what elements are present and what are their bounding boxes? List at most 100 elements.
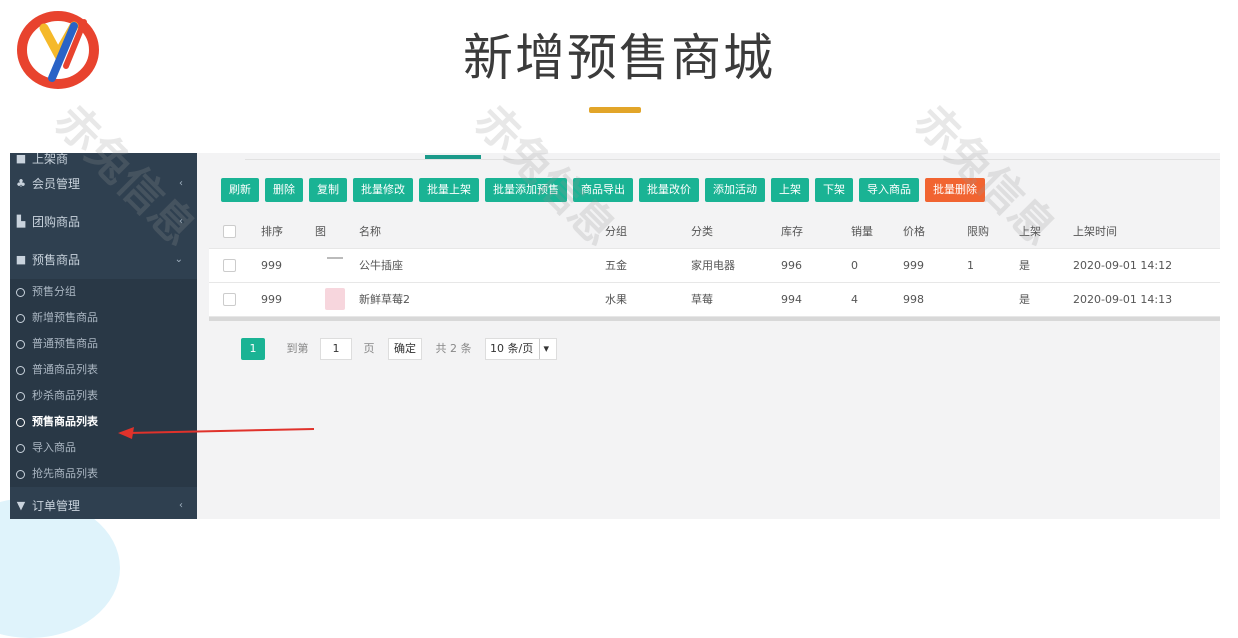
column-header[interactable]: 价格 [903,215,925,248]
submenu-label: 普通预售商品 [32,337,98,350]
sidebar-item-group-buy[interactable]: ▙ 团购商品 ‹ [10,203,197,241]
submenu-item[interactable]: 新增预售商品 [10,305,197,331]
column-header: 上架 [1019,225,1041,238]
circle-icon [16,470,25,479]
sidebar-item-presale[interactable]: ■ 预售商品 ⌄ [10,241,197,279]
cell-limit: 1 [967,259,974,272]
circle-icon [16,366,25,375]
table-row[interactable]: 999 新鲜草莓2 水果 草莓 994 4 998 是 2020-09-01 1… [209,283,1220,317]
cell-time: 2020-09-01 14:12 [1073,259,1173,272]
submenu-item[interactable]: 普通商品列表 [10,357,197,383]
batch-price-button[interactable]: 批量改价 [639,178,699,202]
row-checkbox[interactable] [223,259,236,272]
title-underline [589,107,641,113]
product-thumbnail [325,288,345,310]
product-thumbnail [327,257,343,259]
tab-divider [245,159,1220,160]
circle-icon [16,288,25,297]
column-header: 图 [315,225,326,238]
submenu-item[interactable]: 预售分组 [10,279,197,305]
submenu-label: 新增预售商品 [32,311,98,324]
chevron-left-icon: ‹ [179,500,183,511]
sidebar-item-top[interactable]: ■ 上架商 [10,153,197,165]
list-on-button[interactable]: 上架 [771,178,809,202]
column-header: 分组 [605,225,627,238]
cell-price: 998 [903,293,924,306]
add-activity-button[interactable]: 添加活动 [705,178,765,202]
batch-add-presale-button[interactable]: 批量添加预售 [485,178,567,202]
sidebar-item-members[interactable]: ♣ 会员管理 ‹ [10,165,197,203]
submenu-label: 秒杀商品列表 [32,389,98,402]
submenu-item[interactable]: 抢先商品列表 [10,461,197,487]
chevron-left-icon: ‹ [179,178,183,189]
cell-time: 2020-09-01 14:13 [1073,293,1173,306]
cell-name: 新鲜草莓2 [359,293,410,306]
column-header[interactable]: 排序 [261,215,283,248]
column-header[interactable]: 上架时间 [1073,215,1117,248]
product-table: 排序 图 名称 分组 分类 库存 销量 价格 限购 上架 上架时间 999 公牛… [209,215,1220,317]
page-unit: 页 [363,342,375,355]
submenu-label: 导入商品 [32,441,76,454]
red-arrow-pointer [118,427,315,439]
circle-icon [16,418,25,427]
caret-down-icon: ▾ [539,339,552,359]
batch-delete-button[interactable]: 批量删除 [925,178,985,202]
per-page-select[interactable]: 10 条/页 ▾ [485,338,558,360]
admin-screenshot: ■ 上架商 ♣ 会员管理 ‹ ▙ 团购商品 ‹ ■ 预售商品 ⌄ 预售分组 新增… [10,153,1220,519]
circle-icon [16,314,25,323]
cell-sales: 4 [851,293,858,306]
cell-stock: 996 [781,259,802,272]
page-input[interactable]: 1 [320,338,352,360]
page-button-current[interactable]: 1 [241,338,265,360]
goto-label: 到第 [286,342,309,355]
cell-sort: 999 [261,293,282,306]
cell-price: 999 [903,259,924,272]
column-header: 分类 [691,225,713,238]
delete-button[interactable]: 删除 [265,178,303,202]
table-header: 排序 图 名称 分组 分类 库存 销量 价格 限购 上架 上架时间 [209,215,1220,249]
per-page-value: 10 条/页 [490,342,534,355]
chevron-down-icon: ⌄ [174,254,183,265]
cell-sort: 999 [261,259,282,272]
users-icon: ♣ [16,177,26,190]
cell-sales: 0 [851,259,858,272]
select-all-checkbox[interactable] [223,225,236,238]
submenu-label: 预售分组 [32,285,76,298]
cell-name: 公牛插座 [359,259,403,272]
pagination: 1 到第 1 页 确定 共 2 条 10 条/页 ▾ [241,338,558,360]
column-header[interactable]: 库存 [781,215,803,248]
submenu-label: 预售商品列表 [32,415,98,428]
column-header: 名称 [359,225,381,238]
toolbar: 刷新 删除 复制 批量修改 批量上架 批量添加预售 商品导出 批量改价 添加活动 上架 下架 导入商品… [221,178,991,202]
batch-edit-button[interactable]: 批量修改 [353,178,413,202]
batch-list-button[interactable]: 批量上架 [419,178,479,202]
import-button[interactable]: 导入商品 [859,178,919,202]
circle-icon [16,392,25,401]
submenu-label: 普通商品列表 [32,363,98,376]
sidebar-item-label: 团购商品 [32,215,81,229]
cell-stock: 994 [781,293,802,306]
refresh-button[interactable]: 刷新 [221,178,259,202]
cell-status: 是 [1019,293,1030,306]
horizontal-scrollbar[interactable] [209,317,1220,321]
submenu-item[interactable]: 普通预售商品 [10,331,197,357]
list-off-button[interactable]: 下架 [815,178,853,202]
chevron-left-icon: ‹ [179,216,183,227]
export-button[interactable]: 商品导出 [573,178,633,202]
table-row[interactable]: 999 公牛插座 五金 家用电器 996 0 999 1 是 2020-09-0… [209,249,1220,283]
column-header[interactable]: 销量 [851,215,873,248]
goto-confirm-button[interactable]: 确定 [388,338,422,360]
home-icon: ■ [15,153,27,165]
presale-submenu: 预售分组 新增预售商品 普通预售商品 普通商品列表 秒杀商品列表 预售商品列表 … [10,279,197,487]
cell-status: 是 [1019,259,1030,272]
active-tab-indicator [425,155,481,159]
sidebar-item-orders[interactable]: ▼ 订单管理 ‹ [10,487,197,519]
filter-icon: ▼ [16,499,26,512]
circle-icon [16,444,25,453]
row-checkbox[interactable] [223,293,236,306]
copy-button[interactable]: 复制 [309,178,347,202]
chart-icon: ▙ [16,215,26,228]
submenu-item[interactable]: 秒杀商品列表 [10,383,197,409]
cell-category: 草莓 [691,293,713,306]
main-content: 刷新 删除 复制 批量修改 批量上架 批量添加预售 商品导出 批量改价 添加活动 上架 下架 导入商品… [197,153,1220,519]
